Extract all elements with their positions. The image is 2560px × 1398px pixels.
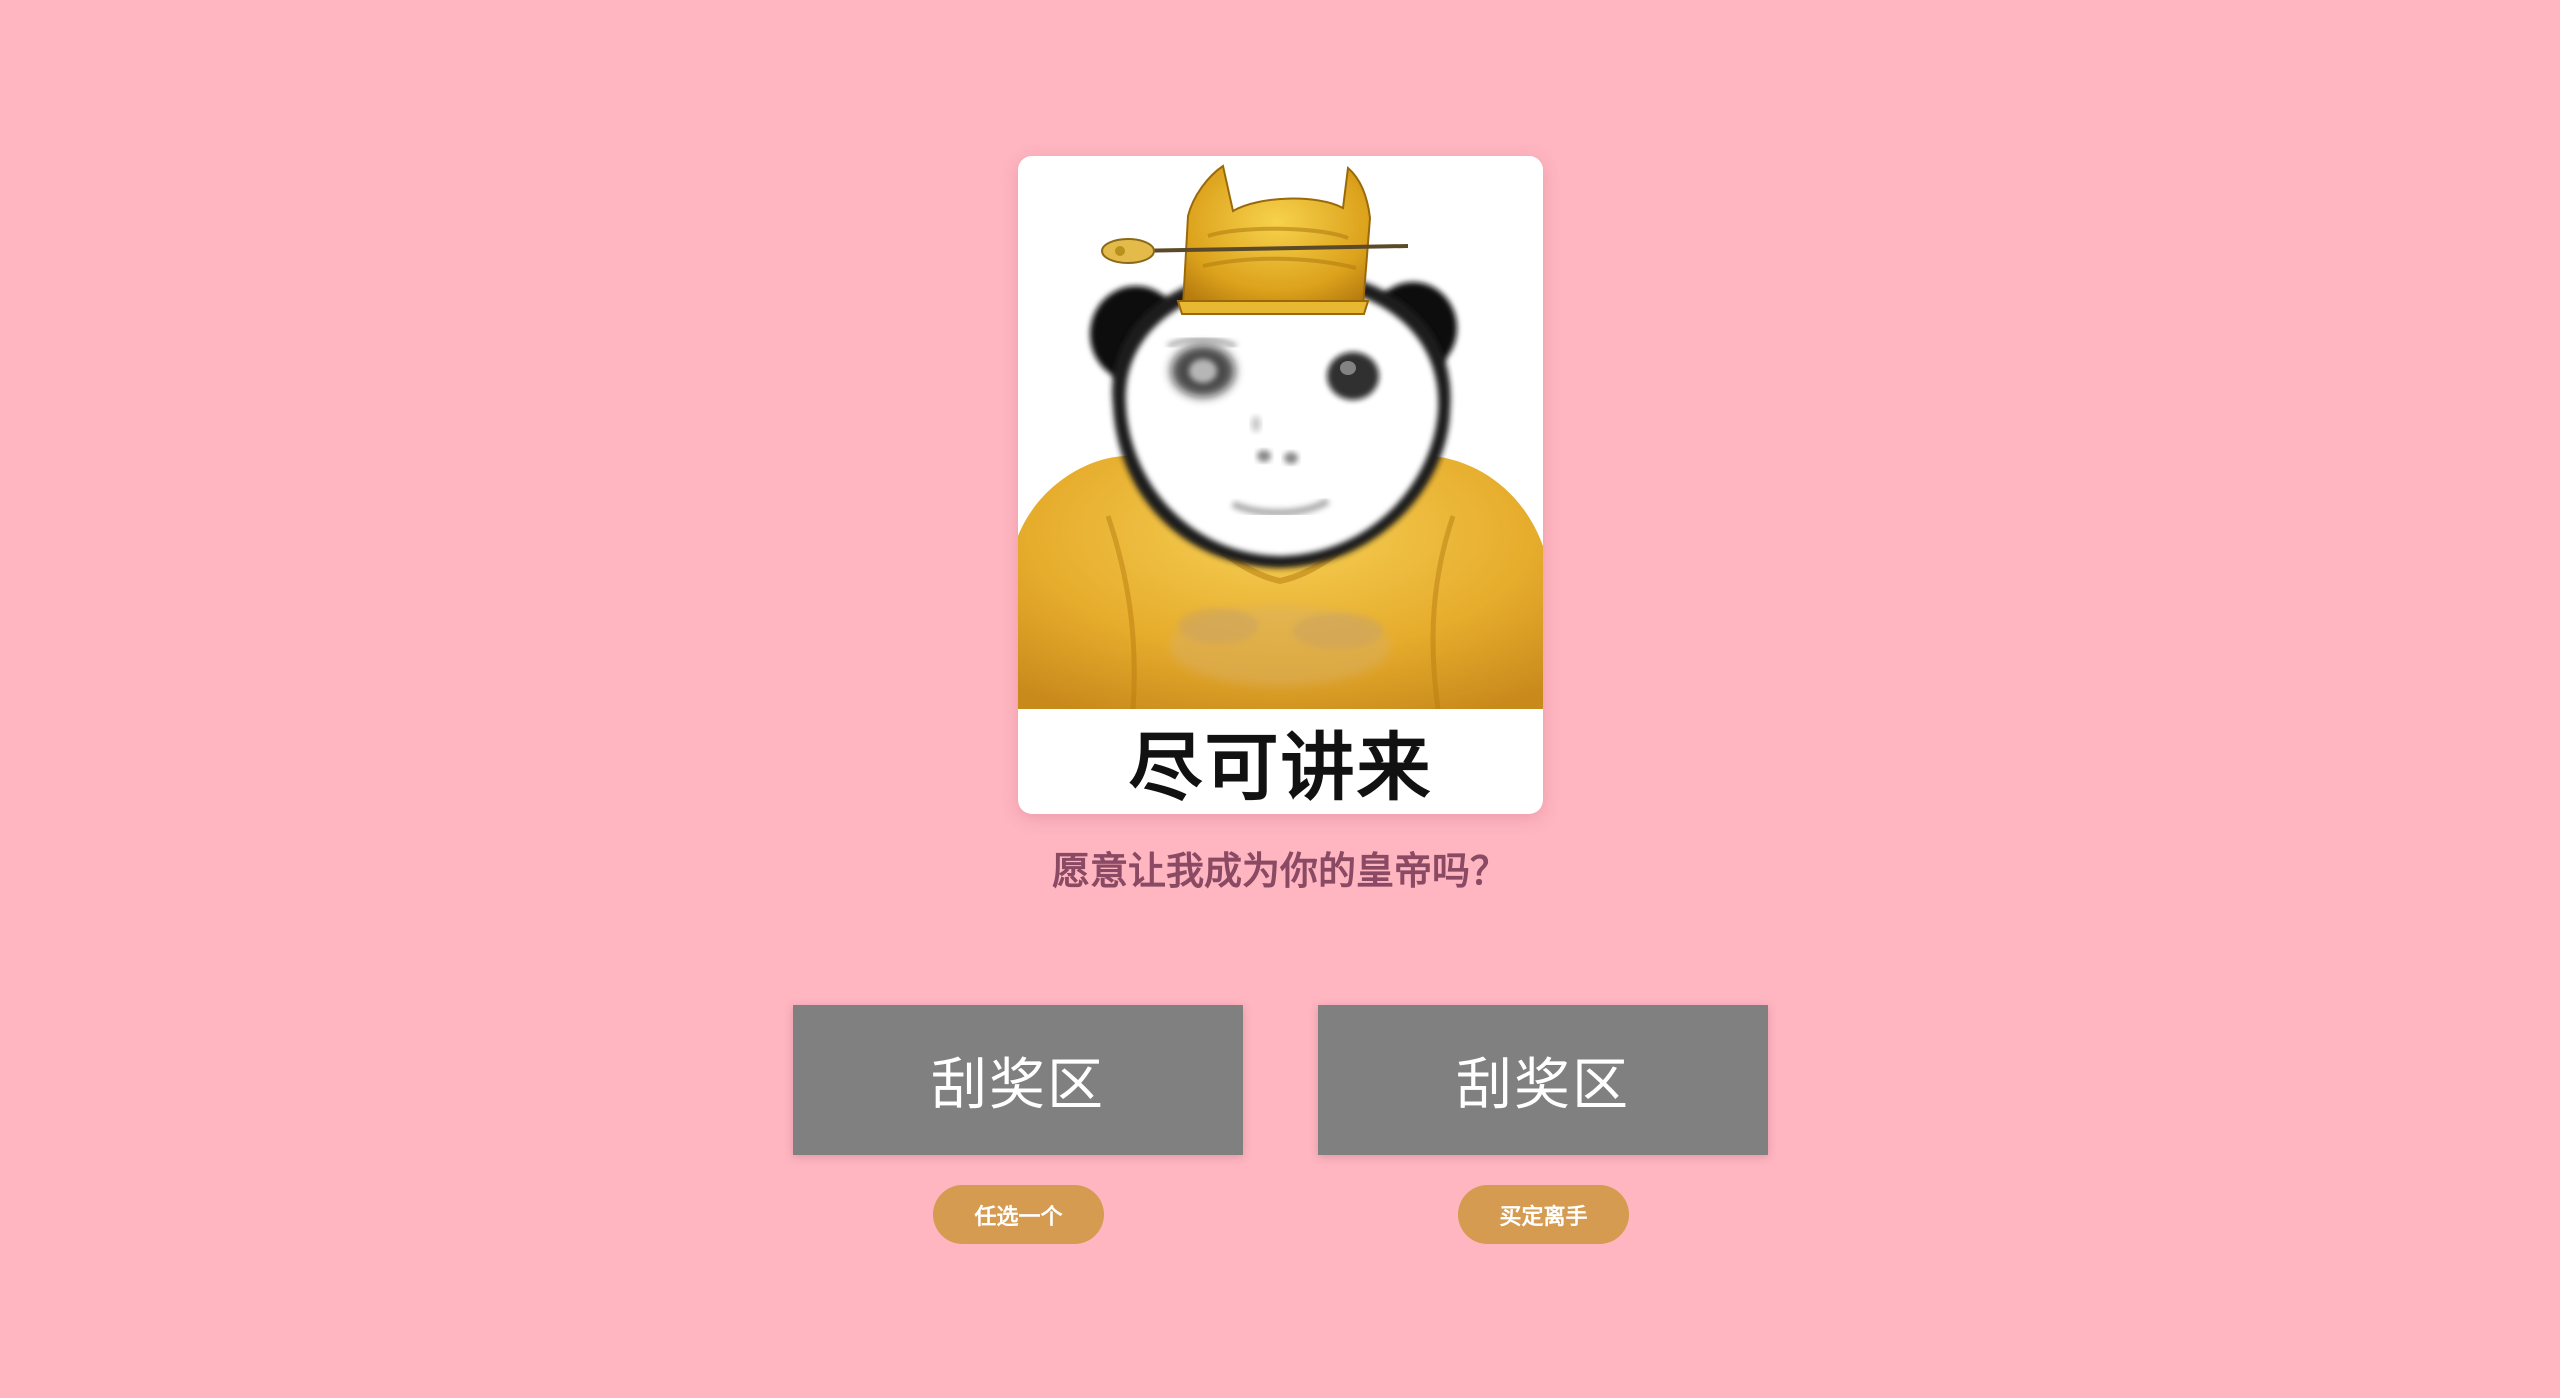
pick-one-button[interactable]: 任选一个 [933, 1185, 1104, 1244]
no-regrets-button[interactable]: 买定离手 [1458, 1185, 1629, 1244]
scratch-card-1[interactable]: 刮奖区 [793, 1005, 1243, 1155]
page: 尽可讲来 愿意让我成为你的皇帝吗？ 刮奖区 刮奖区 任选一个 买定离手 [0, 0, 2560, 1398]
meme-caption: 尽可讲来 [1128, 725, 1433, 811]
scratch-card-2[interactable]: 刮奖区 [1318, 1005, 1768, 1155]
meme-card: 尽可讲来 [1018, 156, 1543, 814]
panda-emperor-icon [1018, 156, 1543, 709]
question-text: 愿意让我成为你的皇帝吗？ [1051, 849, 1508, 893]
